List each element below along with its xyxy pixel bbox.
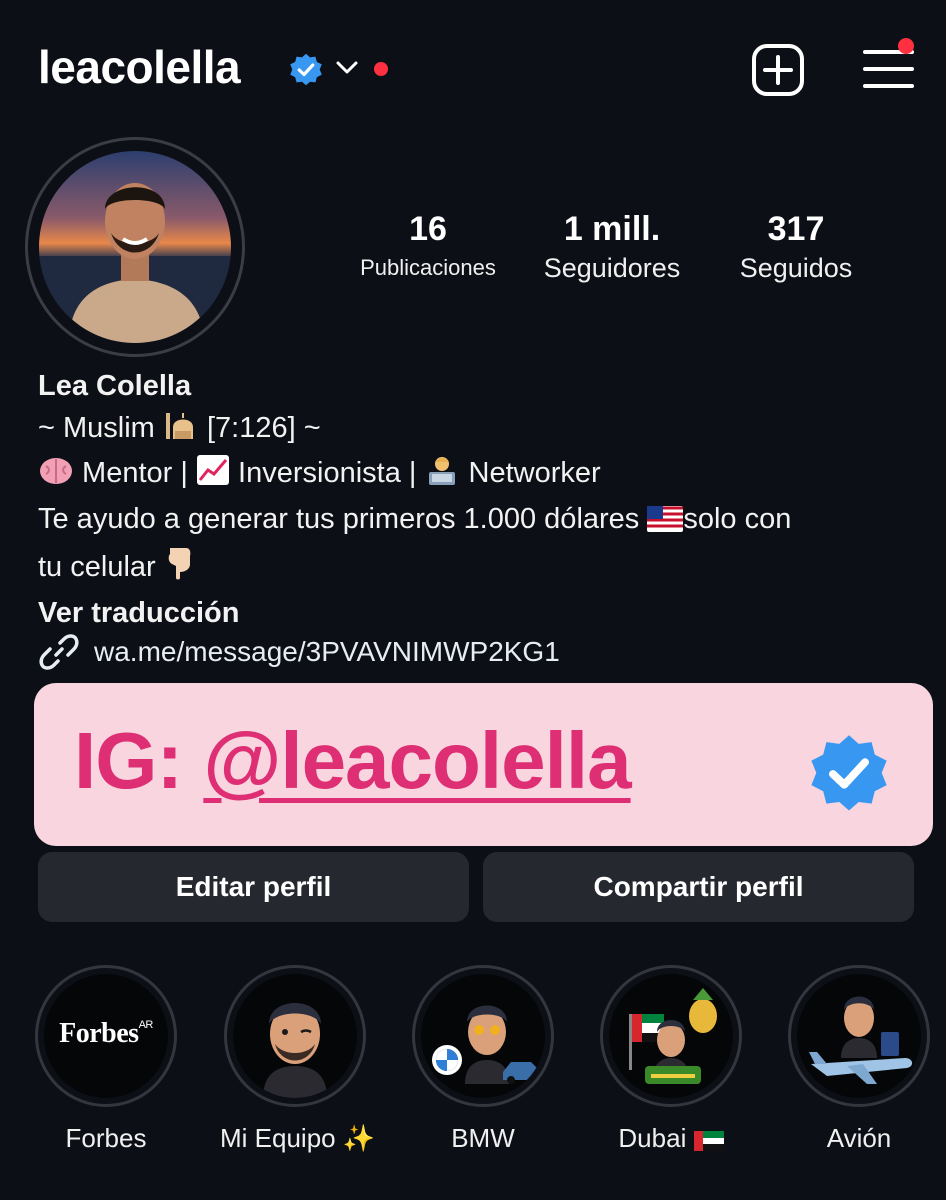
- followers-label: Seguidores: [543, 253, 681, 283]
- avatar[interactable]: [39, 151, 231, 343]
- highlight-forbes[interactable]: ForbesAR Forbes: [31, 965, 181, 1154]
- highlight-ring: [600, 965, 742, 1107]
- bio-line-4: tu celular: [38, 544, 918, 593]
- highlight-dubai[interactable]: Dubai: [596, 965, 746, 1158]
- ig-handle-banner: IG: @leacolella: [34, 683, 933, 846]
- uae-flag-icon: [693, 1127, 724, 1158]
- add-post-icon[interactable]: [751, 43, 805, 97]
- username-title[interactable]: leacolella: [38, 40, 241, 94]
- profile-header: leacolella: [0, 0, 946, 140]
- banner-handle: @leacolella: [203, 716, 631, 805]
- bio: Lea Colella ~ Muslim [7:126] ~ Mentor | …: [38, 366, 918, 634]
- following-count: 317: [767, 210, 825, 248]
- highlight-ring: [788, 965, 930, 1107]
- highlight-bmw[interactable]: BMW: [408, 965, 558, 1154]
- highlight-ring: ForbesAR: [35, 965, 177, 1107]
- share-profile-button[interactable]: Compartir perfil: [483, 852, 914, 922]
- edit-profile-button[interactable]: Editar perfil: [38, 852, 469, 922]
- display-name: Lea Colella: [38, 370, 192, 402]
- bio-line-1: ~ Muslim [7:126] ~: [38, 408, 918, 454]
- mosque-icon: [163, 409, 199, 454]
- following-stat[interactable]: 317 Seguidos: [718, 208, 874, 286]
- link-icon: [39, 634, 79, 670]
- bio-line-2: Mentor | Inversionista | Networker: [38, 453, 918, 499]
- technologist-icon: [424, 454, 460, 499]
- chart-increasing-icon: [196, 454, 230, 499]
- bio-line-3: Te ayudo a generar tus primeros 1.000 dó…: [38, 499, 918, 545]
- highlight-label: Dubai: [596, 1123, 746, 1158]
- highlight-label: Forbes: [65, 1123, 147, 1153]
- highlight-label: Mi Equipo ✨: [220, 1123, 376, 1153]
- followers-stat[interactable]: 1 mill. Seguidores: [527, 208, 697, 286]
- verified-badge-icon: [290, 53, 322, 86]
- highlight-ring: [224, 965, 366, 1107]
- highlight-ring: [412, 965, 554, 1107]
- pointing-down-icon: [164, 544, 194, 593]
- verified-badge-icon: [811, 735, 887, 811]
- highlight-label: BMW: [451, 1123, 515, 1153]
- memoji-avatar-icon: [233, 974, 357, 1098]
- forbes-logo: ForbesAR: [44, 974, 168, 1098]
- airplane-memoji-icon: [797, 974, 921, 1098]
- brain-icon: [38, 454, 74, 499]
- posts-stat[interactable]: 16 Publicaciones: [346, 208, 510, 286]
- bmw-memoji-icon: [421, 974, 545, 1098]
- link-url[interactable]: wa.me/message/3PVAVNIMWP2KG1: [94, 636, 560, 668]
- notification-dot: [374, 62, 388, 76]
- profile-link[interactable]: wa.me/message/3PVAVNIMWP2KG1: [38, 630, 560, 674]
- followers-count: 1 mill.: [563, 210, 661, 248]
- posts-count: 16: [409, 210, 447, 248]
- following-label: Seguidos: [739, 253, 853, 283]
- us-flag-icon: [647, 503, 684, 545]
- posts-label: Publicaciones: [360, 255, 496, 280]
- highlight-avion[interactable]: Avión: [784, 965, 934, 1154]
- highlight-label: Avión: [826, 1123, 892, 1153]
- chevron-down-icon[interactable]: [335, 58, 359, 78]
- dubai-memoji-icon: [609, 974, 733, 1098]
- highlight-mi-equipo[interactable]: Mi Equipo ✨: [220, 965, 376, 1154]
- see-translation-link[interactable]: Ver traducción: [38, 593, 918, 635]
- menu-notification-dot: [898, 38, 914, 54]
- banner-text: IG: @leacolella: [74, 716, 632, 805]
